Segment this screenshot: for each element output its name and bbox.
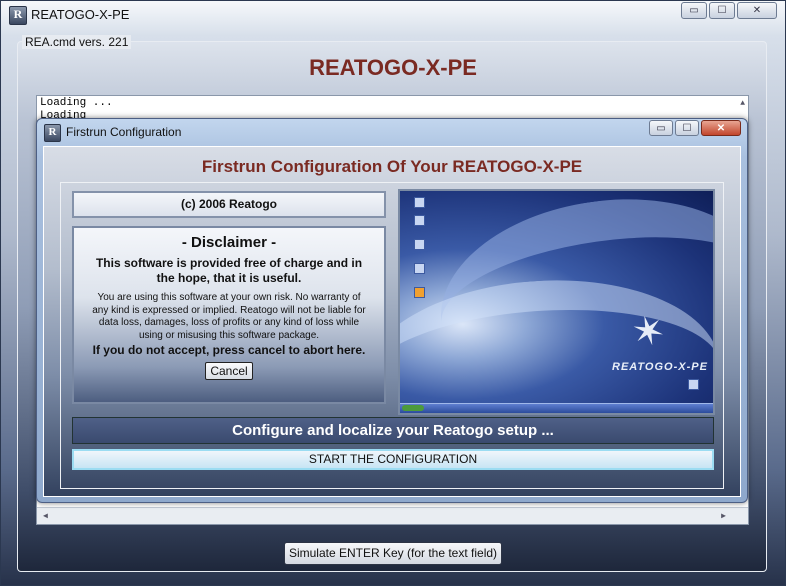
desktop-icon bbox=[414, 239, 425, 250]
window-title: REATOGO-X-PE bbox=[31, 7, 130, 22]
caption-buttons: ▭ ☐ ✕ bbox=[679, 2, 777, 19]
cancel-button[interactable]: Cancel bbox=[205, 362, 253, 380]
configure-banner: Configure and localize your Reatogo setu… bbox=[72, 417, 714, 444]
disclaimer-title: - Disclaimer - bbox=[181, 234, 277, 251]
scroll-left-icon[interactable]: ◀ bbox=[43, 511, 48, 521]
dialog-title: Firstrun Configuration bbox=[66, 125, 182, 139]
scroll-up-icon[interactable]: ▲ bbox=[740, 99, 745, 108]
close-button[interactable]: ✕ bbox=[737, 2, 777, 19]
horizontal-scrollbar[interactable]: ◀ ▶ bbox=[37, 507, 748, 524]
dialog-app-icon: R bbox=[44, 124, 61, 142]
scroll-right-icon[interactable]: ▶ bbox=[721, 511, 726, 521]
desktop-icon bbox=[414, 287, 425, 298]
desktop-preview-image: ✶ REATOGO-X-PE bbox=[398, 189, 715, 415]
title-bar: R REATOGO-X-PE ▭ ☐ ✕ bbox=[1, 1, 785, 29]
desktop-icon bbox=[414, 263, 425, 274]
desktop-logo-text: REATOGO-X-PE bbox=[612, 361, 708, 373]
desktop-icon bbox=[414, 197, 425, 208]
preview-taskbar bbox=[400, 403, 713, 413]
disclaimer-lead: This software is provided free of charge… bbox=[95, 256, 363, 285]
start-configuration-button[interactable]: START THE CONFIGURATION bbox=[72, 449, 714, 470]
start-button-icon bbox=[402, 405, 424, 411]
dialog-heading: Firstrun Configuration Of Your REATOGO-X… bbox=[201, 157, 583, 176]
app-icon: R bbox=[9, 6, 27, 25]
desktop-icon bbox=[414, 215, 425, 226]
page-title: REATOGO-X-PE bbox=[309, 55, 477, 80]
dialog-caption-buttons: ▭ ☐ ✕ bbox=[647, 120, 741, 136]
minimize-button[interactable]: ▭ bbox=[681, 2, 707, 19]
copyright-label: (c) 2006 Reatogo bbox=[72, 191, 386, 218]
dialog-minimize-button[interactable]: ▭ bbox=[649, 120, 673, 136]
disclaimer-body: You are using this software at your own … bbox=[92, 292, 366, 341]
dialog-close-button[interactable]: ✕ bbox=[701, 120, 741, 136]
desktop-icon bbox=[688, 379, 699, 390]
maximize-button[interactable]: ☐ bbox=[709, 2, 735, 19]
disclaimer-panel: - Disclaimer - This software is provided… bbox=[72, 226, 386, 404]
groupbox-label: REA.cmd vers. 221 bbox=[22, 35, 132, 49]
dialog-client-area: Firstrun Configuration Of Your REATOGO-X… bbox=[43, 146, 741, 497]
disclaimer-final: If you do not accept, press cancel to ab… bbox=[92, 343, 366, 357]
simulate-enter-button[interactable]: Simulate ENTER Key (for the text field) bbox=[284, 542, 502, 565]
firstrun-dialog: R Firstrun Configuration ▭ ☐ ✕ Firstrun … bbox=[36, 118, 748, 503]
dialog-maximize-button[interactable]: ☐ bbox=[675, 120, 699, 136]
